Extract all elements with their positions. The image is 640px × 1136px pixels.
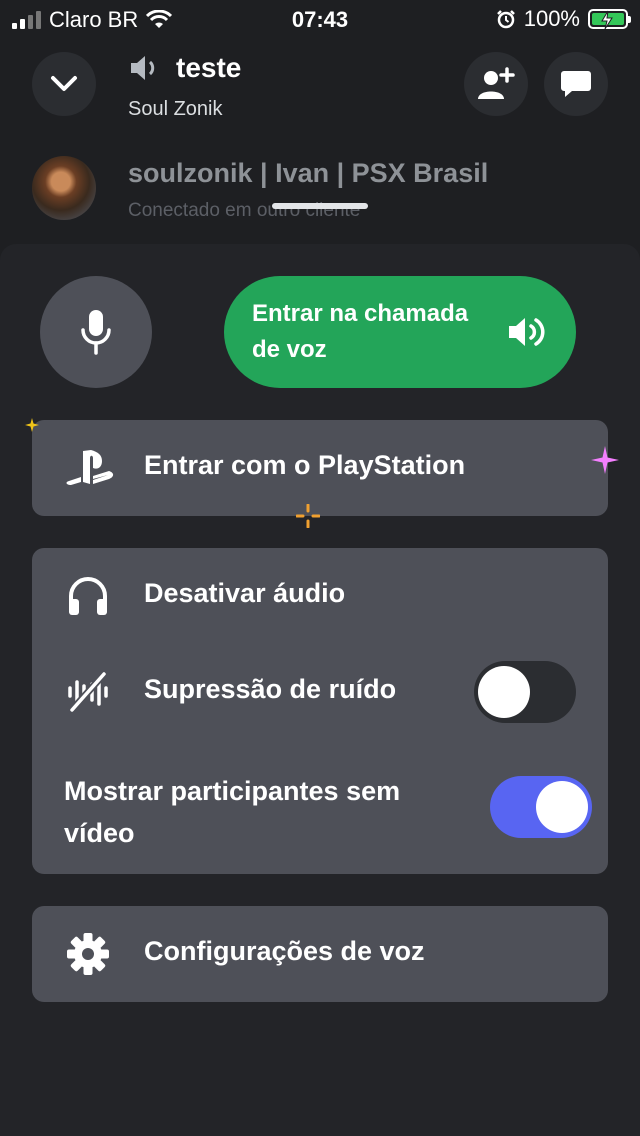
gear-icon	[64, 933, 112, 975]
playstation-connect-button[interactable]: Entrar com o PlayStation	[32, 420, 608, 516]
participant-name: soulzonik | Ivan | PSX Brasil	[128, 158, 489, 188]
playstation-icon	[64, 448, 116, 488]
chat-icon	[561, 71, 591, 97]
audio-settings-card: Desativar áudio Supressão de ruído Mostr…	[32, 548, 608, 874]
wifi-icon	[146, 10, 173, 28]
show-no-video-row: Mostrar participantes sem vídeo	[32, 760, 608, 870]
voice-channel-header: teste Soul Zonik	[0, 40, 640, 140]
sparkle-icon	[296, 504, 320, 528]
speaker-icon	[131, 56, 155, 80]
deafen-button[interactable]: Desativar áudio	[32, 548, 608, 644]
status-bar: Claro BR 07:43 100%	[0, 0, 640, 40]
speaker-on-icon	[509, 318, 545, 346]
add-user-icon	[478, 67, 515, 99]
participant-row[interactable]: soulzonik | Ivan | PSX Brasil Conectado …	[32, 156, 632, 226]
headphones-icon	[64, 576, 112, 616]
join-voice-label: Entrar na chamada de voz	[252, 300, 469, 363]
show-no-video-label: Mostrar participantes sem vídeo	[64, 776, 401, 848]
sparkle-icon	[591, 446, 619, 474]
deafen-label: Desativar áudio	[144, 578, 346, 608]
voice-settings-card: Configurações de voz	[32, 906, 608, 1002]
mic-button[interactable]	[40, 276, 152, 388]
noise-suppression-toggle[interactable]	[474, 661, 576, 723]
invite-button[interactable]	[464, 52, 528, 116]
carrier-name: Claro BR	[49, 7, 139, 32]
battery-percent: 100%	[523, 6, 580, 31]
join-voice-button[interactable]: Entrar na chamada de voz	[224, 276, 576, 388]
microphone-icon	[81, 310, 111, 355]
voice-settings-label: Configurações de voz	[144, 936, 425, 966]
toggle-knob	[536, 781, 588, 833]
chat-button[interactable]	[544, 52, 608, 116]
noise-suppression-row: Supressão de ruído	[32, 644, 608, 740]
signal-icon	[12, 11, 41, 29]
toggle-knob	[478, 666, 530, 718]
noise-suppression-label: Supressão de ruído	[144, 674, 397, 704]
playstation-label: Entrar com o PlayStation	[144, 450, 466, 480]
voice-settings-button[interactable]: Configurações de voz	[32, 906, 608, 1002]
show-no-video-toggle[interactable]	[490, 776, 592, 838]
chevron-down-icon	[51, 76, 77, 91]
server-name: Soul Zonik	[128, 98, 223, 120]
alarm-icon	[496, 10, 515, 29]
battery-charging-icon	[588, 9, 631, 30]
collapse-button[interactable]	[32, 52, 96, 116]
avatar	[32, 156, 96, 220]
noise-suppression-icon	[64, 672, 112, 712]
sparkle-icon	[25, 418, 39, 432]
playstation-card: Entrar com o PlayStation	[32, 420, 608, 516]
channel-title: teste	[176, 52, 242, 83]
sheet-grabber[interactable]	[272, 203, 368, 209]
